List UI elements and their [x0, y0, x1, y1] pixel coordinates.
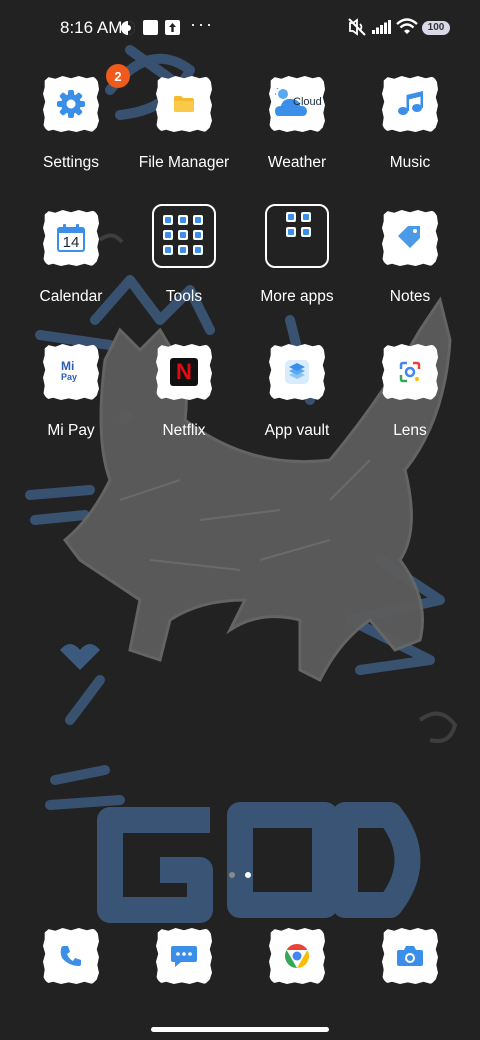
music-note-icon[interactable] — [382, 76, 438, 132]
mute-icon — [348, 18, 366, 36]
signal-icon — [372, 20, 391, 34]
app-mi-pay[interactable]: Mi Pay Mi Pay — [16, 344, 126, 454]
mini-app-icon — [163, 245, 173, 255]
app-file-manager[interactable]: File Manager — [129, 76, 239, 186]
mini-app-icon — [286, 212, 296, 222]
app-app-vault[interactable]: App vault — [242, 344, 352, 454]
folder-tools-icon[interactable] — [152, 204, 216, 268]
app-notes[interactable]: Notes — [355, 210, 465, 320]
mini-app-icon — [301, 212, 311, 222]
weather-icon-text: Cloud — [293, 96, 322, 108]
app-netflix[interactable]: N Netflix — [129, 344, 239, 454]
mini-app-icon — [163, 230, 173, 240]
dock-chrome[interactable] — [269, 928, 325, 984]
app-label-weather: Weather — [267, 154, 327, 171]
calendar-icon[interactable]: 14 — [43, 210, 99, 266]
mini-app-icon — [178, 215, 188, 225]
mi-pay-icon-bottom: Pay — [61, 372, 78, 382]
app-label-netflix: Netflix — [162, 422, 206, 439]
folder-more-apps-icon[interactable] — [265, 204, 329, 268]
notification-badge: 2 — [106, 64, 130, 88]
square-notification-icon — [143, 20, 158, 35]
mi-pay-icon-top: Mi — [61, 359, 75, 373]
page-indicator-dot-1[interactable] — [229, 872, 235, 878]
battery-icon: 100 — [422, 21, 450, 35]
app-label-file-manager: File Manager — [138, 154, 230, 171]
notes-tag-icon[interactable] — [382, 210, 438, 266]
folder-tools[interactable]: Tools — [129, 204, 239, 320]
folder-more-apps[interactable]: More apps — [242, 204, 352, 320]
app-label-notes: Notes — [389, 288, 431, 305]
app-music[interactable]: Music — [355, 76, 465, 186]
calendar-day: 14 — [62, 234, 80, 251]
netflix-letter: N — [176, 359, 192, 384]
app-label-settings: Settings — [42, 154, 99, 171]
weather-cloud-icon[interactable]: Cloud — [269, 76, 325, 132]
app-label-app-vault: App vault — [264, 422, 330, 439]
app-vault-layers-icon[interactable] — [269, 344, 325, 400]
upload-notification-icon — [165, 20, 180, 35]
mini-app-icon — [193, 245, 203, 255]
app-lens[interactable]: Lens — [355, 344, 465, 454]
mini-app-icon — [301, 227, 311, 237]
mini-app-icon — [178, 245, 188, 255]
messages-icon[interactable] — [156, 928, 212, 984]
clock: 8:16 AM — [60, 18, 123, 37]
gesture-home-bar[interactable] — [151, 1027, 329, 1032]
camera-icon[interactable] — [382, 928, 438, 984]
chrome-icon[interactable] — [269, 928, 325, 984]
app-calendar[interactable]: 14 Calendar — [16, 210, 126, 320]
netflix-icon[interactable]: N — [156, 344, 212, 400]
mini-app-icon — [286, 227, 296, 237]
lens-icon[interactable] — [382, 344, 438, 400]
app-label-mi-pay: Mi Pay — [47, 422, 95, 439]
app-label-tools: Tools — [165, 288, 203, 305]
wifi-icon — [396, 18, 418, 34]
mini-app-icon — [178, 230, 188, 240]
more-notifications-icon: ··· — [190, 14, 214, 34]
dock-messages[interactable] — [156, 928, 212, 984]
app-label-music: Music — [389, 154, 431, 171]
app-weather[interactable]: Cloud Weather — [242, 76, 352, 186]
dock-camera[interactable] — [382, 928, 438, 984]
settings-icon[interactable] — [43, 76, 99, 132]
page-indicator-dot-2[interactable] — [245, 872, 251, 878]
mi-pay-icon[interactable]: Mi Pay — [43, 344, 99, 400]
app-label-lens: Lens — [393, 422, 427, 439]
theme-icon — [121, 21, 135, 35]
phone-icon[interactable] — [43, 928, 99, 984]
folder-icon[interactable] — [156, 76, 212, 132]
dock-phone[interactable] — [43, 928, 99, 984]
status-bar: 8:16 AM ··· 100 — [0, 0, 480, 56]
app-label-calendar: Calendar — [39, 288, 103, 305]
mini-app-icon — [193, 230, 203, 240]
mini-app-icon — [193, 215, 203, 225]
mini-app-icon — [163, 215, 173, 225]
app-label-more-apps: More apps — [260, 288, 334, 305]
app-settings[interactable]: 2 Settings — [16, 64, 130, 186]
